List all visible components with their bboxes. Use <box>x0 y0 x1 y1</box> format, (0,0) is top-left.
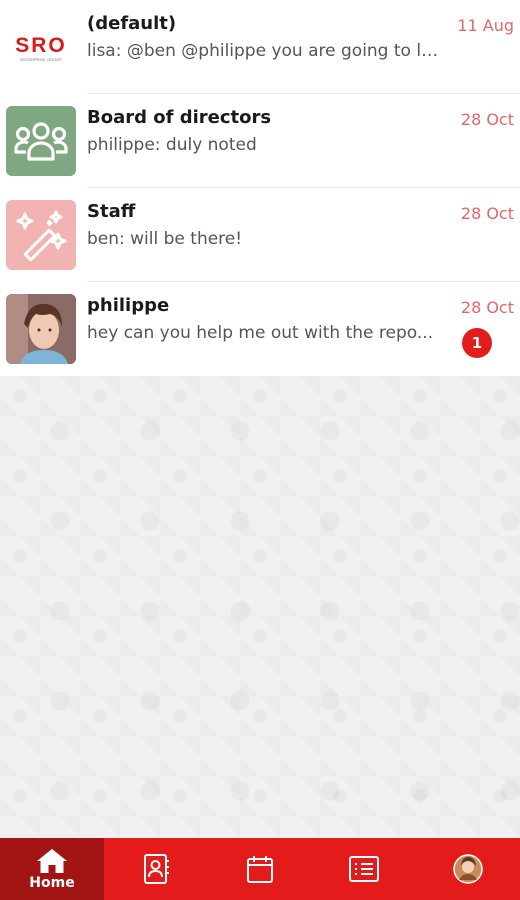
chat-preview: hey can you help me out with the repo... <box>87 323 434 343</box>
chat-date: 11 Aug <box>457 16 514 35</box>
svg-text:SRO: SRO <box>15 34 67 57</box>
magic-wand-icon <box>6 200 76 270</box>
nav-home-label: Home <box>29 874 75 891</box>
chat-preview: lisa: @ben @philippe you are going to li… <box>87 41 439 61</box>
nav-list[interactable] <box>312 838 416 900</box>
chat-date: 28 Oct <box>460 204 514 223</box>
calendar-icon <box>247 856 273 883</box>
unread-badge: 1 <box>462 328 492 358</box>
nav-contacts[interactable] <box>104 838 208 900</box>
chat-preview: ben: will be there! <box>87 229 243 249</box>
chat-title: Board of directors <box>87 107 272 128</box>
chat-row-staff[interactable]: Staff ben: will be there! 28 Oct <box>0 188 520 282</box>
profile-avatar <box>453 854 483 884</box>
nav-calendar[interactable] <box>208 838 312 900</box>
group-icon <box>6 106 76 176</box>
chat-row-philippe[interactable]: philippe hey can you help me out with th… <box>0 282 520 376</box>
list-icon <box>349 856 379 882</box>
chat-list: SRO ENTERPRISE GROUP (default) lisa: @be… <box>0 0 520 376</box>
home-icon <box>37 848 67 873</box>
nav-profile[interactable] <box>416 838 520 900</box>
chat-preview: philippe: duly noted <box>87 135 257 155</box>
sro-logo-icon: SRO ENTERPRISE GROUP <box>15 34 67 62</box>
contacts-icon <box>144 854 169 884</box>
sro-logo: SRO ENTERPRISE GROUP <box>6 12 76 82</box>
chat-title: (default) <box>87 13 177 34</box>
user-photo <box>6 294 76 364</box>
chat-date: 28 Oct <box>460 110 514 129</box>
chat-title: Staff <box>87 201 136 222</box>
chat-row-default[interactable]: SRO ENTERPRISE GROUP (default) lisa: @be… <box>0 0 520 94</box>
chat-row-board-of-directors[interactable]: Board of directors philippe: duly noted … <box>0 94 520 188</box>
nav-home[interactable]: Home <box>0 838 104 900</box>
chat-date: 28 Oct <box>460 298 514 317</box>
svg-text:ENTERPRISE GROUP: ENTERPRISE GROUP <box>20 57 62 62</box>
bottom-navbar: Home <box>0 838 520 900</box>
chat-background-pattern <box>0 376 520 838</box>
chat-title: philippe <box>87 295 170 316</box>
